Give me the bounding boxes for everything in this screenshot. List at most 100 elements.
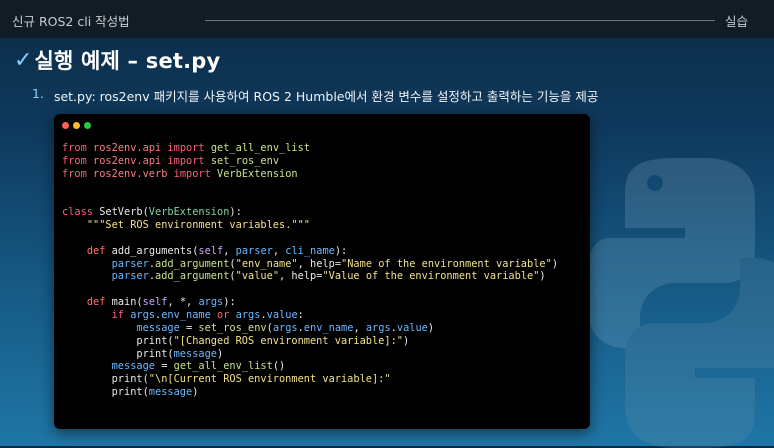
python-logo-icon — [585, 158, 774, 448]
code-token: import — [167, 154, 205, 167]
code-token: print( — [62, 347, 174, 360]
window-controls — [62, 122, 91, 129]
code-token: , — [223, 244, 236, 257]
code-token: get_all_env_list — [173, 360, 273, 373]
code-line: print("\n[Current ROS environment variab… — [62, 373, 558, 386]
code-token: import — [167, 142, 205, 154]
code-token: args — [365, 321, 391, 334]
code-token: ros2env.api — [93, 154, 162, 167]
code-line: def main(self, *, args): — [62, 296, 558, 309]
code-token: parser — [111, 257, 149, 270]
code-token: args — [198, 296, 224, 309]
code-token: SetVerb( — [93, 206, 149, 219]
code-token: from — [62, 154, 87, 167]
code-token: ) — [192, 386, 199, 399]
code-token: or — [217, 308, 230, 321]
code-token: = — [155, 360, 174, 373]
code-token: ) — [427, 321, 435, 334]
code-line: parser.add_argument("env_name", help="Na… — [62, 258, 558, 271]
code-token: ) — [539, 270, 546, 283]
code-token: print( — [62, 334, 174, 347]
code-line: from ros2env.api import set_ros_env — [62, 155, 558, 168]
code-token: from — [62, 142, 87, 154]
code-token: "Name of the environment variable" — [341, 257, 552, 270]
list-item-text: set.py: ros2env 패키지를 사용하여 ROS 2 Humble에서… — [53, 89, 599, 104]
code-token: "value" — [235, 270, 280, 283]
code-token: class — [62, 206, 93, 219]
code-token: , help= — [279, 270, 323, 283]
code-block: from ros2env.api import get_all_env_list… — [62, 142, 558, 399]
code-token: def — [86, 244, 106, 257]
code-token: : — [297, 308, 304, 321]
code-token: add_argument — [155, 270, 230, 283]
yellow-dot-icon — [73, 122, 80, 129]
code-token: """Set ROS environment variables.""" — [86, 219, 310, 232]
code-token: value — [266, 308, 298, 321]
code-line: if args.env_name or args.value: — [62, 309, 558, 322]
section-tag: 실습 — [725, 14, 749, 29]
slide-heading: ✓ 실행 예제 – set.py — [14, 44, 220, 76]
code-token: args — [235, 308, 261, 321]
code-token: VerbExtension — [217, 167, 298, 180]
code-token: set_ros_env — [210, 154, 280, 167]
code-token: ): — [223, 296, 236, 309]
code-line: """Set ROS environment variables.""" — [62, 219, 558, 232]
slide-title: 실행 예제 – set.py — [34, 49, 221, 73]
code-token: from — [62, 167, 87, 180]
green-dot-icon — [84, 122, 91, 129]
code-token: self — [142, 296, 168, 309]
code-token: "Value of the environment variable" — [322, 270, 540, 283]
code-token: print( — [62, 373, 149, 386]
code-line: print(message) — [62, 348, 558, 361]
code-token: cli_name — [285, 244, 335, 257]
code-token: = — [179, 321, 199, 334]
code-token: main( — [105, 296, 143, 309]
code-token: get_all_env_list — [210, 142, 311, 154]
code-line: from ros2env.api import get_all_env_list — [62, 142, 558, 155]
code-token: message — [173, 347, 217, 360]
list-item-number: 1. — [32, 86, 44, 101]
code-token: message — [136, 321, 180, 334]
code-token: parser — [235, 244, 273, 257]
code-token: VerbExtension — [148, 206, 230, 219]
code-token: "\n[Current ROS environment variable]:" — [148, 373, 391, 386]
top-bar: 신규 ROS2 cli 작성법 실습 — [0, 0, 774, 38]
section-title: 신규 ROS2 cli 작성법 — [12, 14, 130, 29]
divider — [205, 20, 715, 21]
code-token: message — [148, 386, 193, 399]
code-token: if — [111, 308, 125, 321]
code-token: args — [130, 308, 156, 321]
code-token: () — [272, 360, 286, 373]
code-line: def add_arguments(self, parser, cli_name… — [62, 245, 558, 258]
code-token: args — [272, 321, 298, 334]
code-token: , help= — [297, 257, 342, 270]
code-token: , — [272, 244, 286, 257]
code-token: ros2env.verb — [93, 167, 168, 180]
code-token: add_arguments( — [105, 244, 199, 257]
code-token: "env_name" — [235, 257, 298, 270]
code-token: ) — [551, 257, 559, 270]
code-token: , *, — [167, 296, 199, 309]
code-token: self — [198, 244, 224, 257]
code-token: env_name — [161, 308, 211, 321]
list-item: 1. set.py: ros2env 패키지를 사용하여 ROS 2 Humbl… — [32, 86, 598, 105]
code-token: message — [111, 360, 156, 373]
code-line: class SetVerb(VerbExtension): — [62, 206, 558, 219]
red-dot-icon — [62, 122, 69, 129]
code-token: set_ros_env — [198, 321, 267, 334]
code-token: "[Changed ROS environment variable]:" — [173, 334, 403, 347]
code-token: ): — [229, 206, 242, 219]
code-token: import — [173, 167, 211, 180]
code-line: message = get_all_env_list() — [62, 360, 558, 373]
